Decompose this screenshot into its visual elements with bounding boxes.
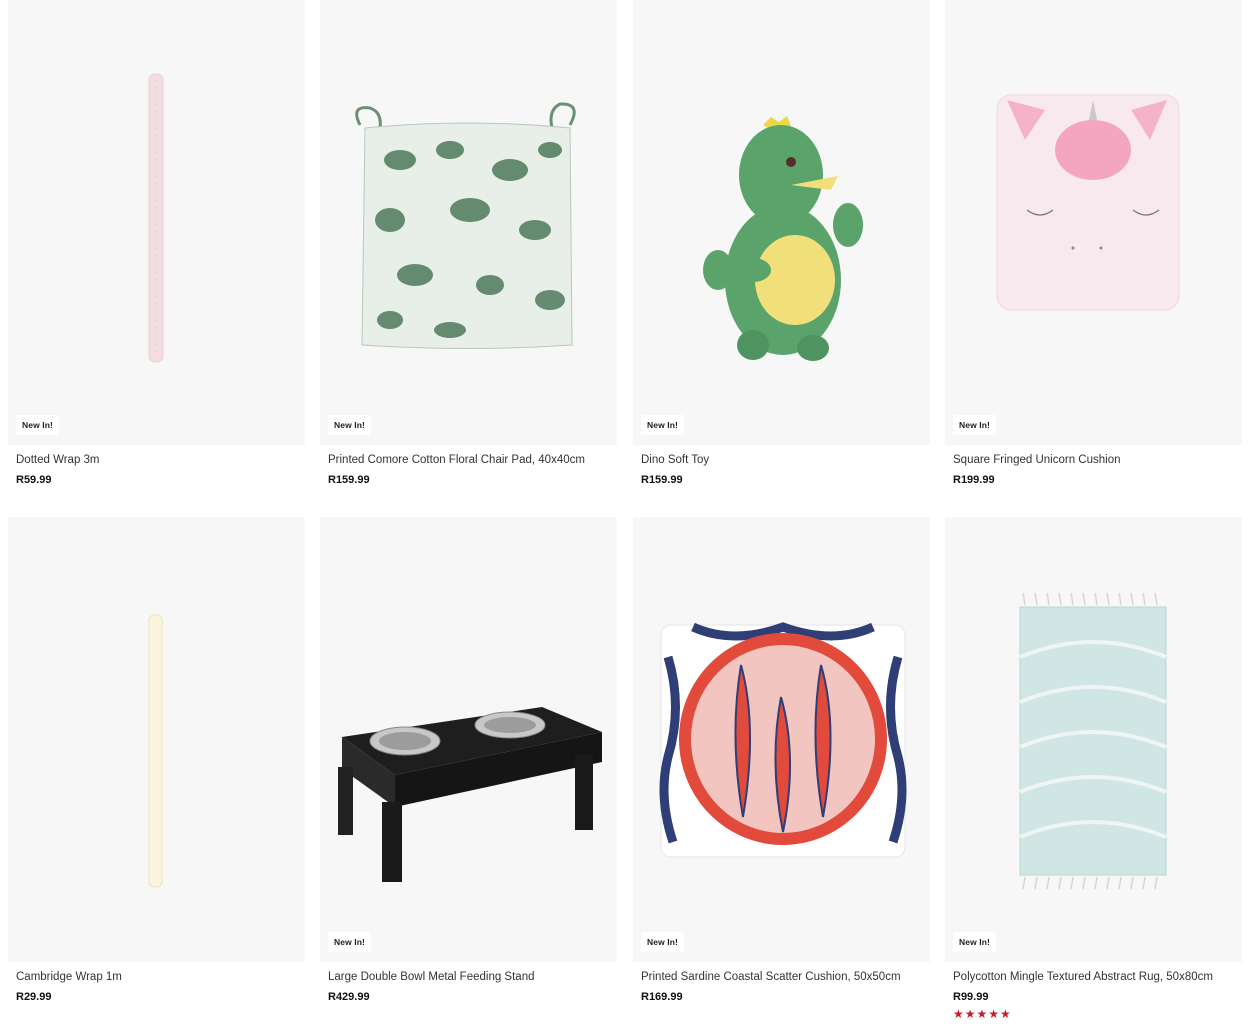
product-price: R99.99 [953,991,989,1003]
product-card[interactable]: New In! Polycotton Mingle Textured Abstr… [945,517,1242,1021]
new-in-badge: New In! [328,932,371,952]
rating-stars: ★★★★★ [953,1007,1012,1021]
product-name[interactable]: Polycotton Mingle Textured Abstract Rug,… [953,971,1213,983]
product-price: R29.99 [16,991,52,1003]
product-name[interactable]: Dino Soft Toy [641,454,709,466]
product-image-feeding-stand[interactable]: New In! [320,517,617,962]
new-in-badge: New In! [328,415,371,435]
product-card[interactable]: New In! Large Double Bowl Metal Feeding … [320,517,617,1003]
product-price: R159.99 [641,474,683,486]
product-image-dotted-wrap[interactable]: New In! [8,0,305,445]
product-card[interactable]: New In! Square Fringed Unicorn Cushion R… [945,0,1242,486]
product-image-sardine-cushion[interactable]: New In! [633,517,930,962]
new-in-badge: New In! [953,415,996,435]
product-image-floral-chair-pad[interactable]: New In! [320,0,617,445]
product-name[interactable]: Dotted Wrap 3m [16,454,100,466]
product-image-abstract-rug[interactable]: New In! [945,517,1242,962]
new-in-badge: New In! [953,932,996,952]
product-name[interactable]: Printed Comore Cotton Floral Chair Pad, … [328,454,585,466]
product-card[interactable]: New In! Dotted Wrap 3m R59.99 [8,0,305,486]
product-price: R199.99 [953,474,995,486]
product-price: R159.99 [328,474,370,486]
product-image-unicorn-cushion[interactable]: New In! [945,0,1242,445]
product-card[interactable]: New In! Printed Comore Cotton Floral Cha… [320,0,617,486]
product-name[interactable]: Cambridge Wrap 1m [16,971,122,983]
product-image-dino-soft-toy[interactable]: New In! [633,0,930,445]
product-card[interactable]: New In! Printed Sardine Coastal Scatter … [633,517,930,1003]
product-name[interactable]: Printed Sardine Coastal Scatter Cushion,… [641,971,901,983]
product-price: R169.99 [641,991,683,1003]
product-name[interactable]: Square Fringed Unicorn Cushion [953,454,1120,466]
product-image-cambridge-wrap[interactable] [8,517,305,962]
product-card[interactable]: Cambridge Wrap 1m R29.99 [8,517,305,1003]
product-price: R429.99 [328,991,370,1003]
new-in-badge: New In! [641,415,684,435]
product-name[interactable]: Large Double Bowl Metal Feeding Stand [328,971,535,983]
new-in-badge: New In! [16,415,59,435]
product-card[interactable]: New In! Dino Soft Toy R159.99 [633,0,930,486]
new-in-badge: New In! [641,932,684,952]
product-price: R59.99 [16,474,52,486]
